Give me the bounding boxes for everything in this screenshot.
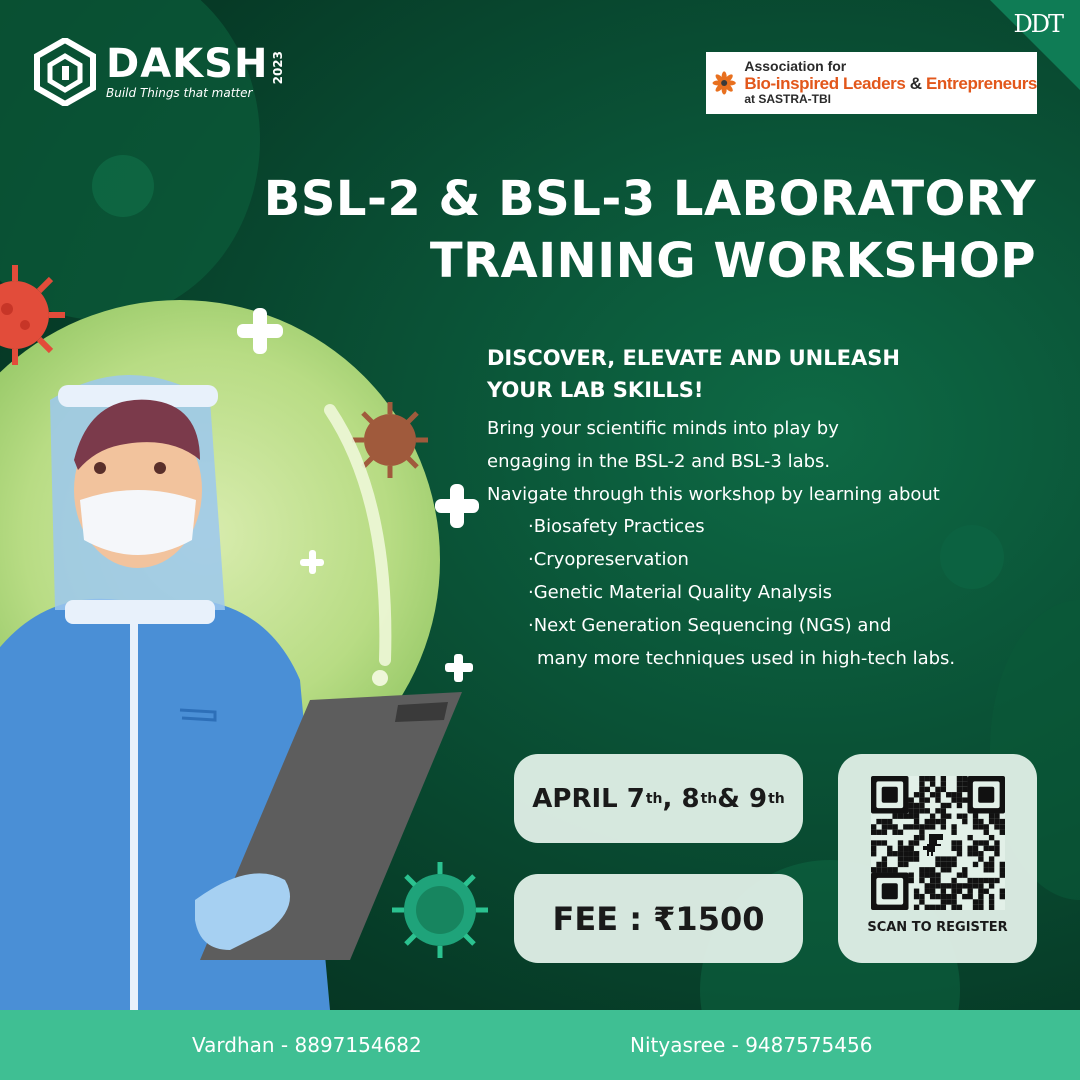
association-entrepreneurs: Entrepreneurs xyxy=(925,73,1037,93)
scientist-illustration xyxy=(0,375,462,1010)
topics-list: ·Biosafety Practices ·Cryopreservation ·… xyxy=(528,510,955,675)
association-amp: & xyxy=(909,73,922,93)
description: Bring your scientific minds into play by… xyxy=(487,412,940,511)
tagline: DISCOVER, ELEVATE AND UNLEASH YOUR LAB S… xyxy=(487,342,900,406)
association-line1: Association for xyxy=(744,58,847,75)
brand-name: DAKSH xyxy=(106,41,269,87)
date-part: & 9 xyxy=(717,783,768,814)
qr-label: SCAN TO REGISTER xyxy=(867,920,1008,935)
poster: DDT DAKSH 2023 Build Things that matter … xyxy=(0,0,1080,1080)
association-bio-inspired: Bio-inspired Leaders xyxy=(744,73,906,93)
title-line1: BSL-2 & BSL-3 LABORATORY xyxy=(263,171,1036,227)
date-badge: APRIL 7th, 8th & 9th xyxy=(514,754,803,843)
description-line1: Bring your scientific minds into play by xyxy=(487,418,839,439)
date-suffix: th xyxy=(768,790,785,807)
association-line2: Bio-inspired Leaders & Entrepreneurs xyxy=(744,73,1037,94)
association-logo: Association for Bio-inspired Leaders & E… xyxy=(706,52,1037,114)
contact-nityasree[interactable]: Nityasree - 9487575456 xyxy=(630,1033,872,1057)
description-line2: engaging in the BSL-2 and BSL-3 labs. xyxy=(487,451,831,472)
workshop-title: BSL-2 & BSL-3 LABORATORY TRAINING WORKSH… xyxy=(264,168,1036,292)
qr-code-icon[interactable] xyxy=(871,776,1005,910)
brand-tagline: Build Things that matter xyxy=(106,86,253,100)
topic-item: ·Genetic Material Quality Analysis xyxy=(528,582,832,603)
description-line3: Navigate through this workshop by learni… xyxy=(487,484,940,505)
topic-item: ·Biosafety Practices xyxy=(528,516,705,537)
tagline-line2: YOUR LAB SKILLS! xyxy=(487,378,704,402)
brand-year: 2023 xyxy=(271,50,286,84)
association-line3: at SASTRA-TBI xyxy=(744,92,831,107)
title-line2: TRAINING WORKSHOP xyxy=(429,233,1036,289)
contact-vardhan[interactable]: Vardhan - 8897154682 xyxy=(192,1033,422,1057)
date-part: , 8 xyxy=(662,783,700,814)
date-suffix: th xyxy=(700,790,718,807)
topic-item-continuation: many more techniques used in high-tech l… xyxy=(537,648,956,669)
virus-red-icon xyxy=(0,265,65,365)
tagline-line1: DISCOVER, ELEVATE AND UNLEASH xyxy=(487,346,900,370)
topic-item: ·Next Generation Sequencing (NGS) and xyxy=(528,615,892,636)
fee-badge: FEE : ₹1500 xyxy=(514,874,803,963)
contact-footer: Vardhan - 8897154682 Nityasree - 9487575… xyxy=(0,1010,1080,1080)
topic-item: ·Cryopreservation xyxy=(528,549,689,570)
qr-register-card[interactable]: SCAN TO REGISTER xyxy=(838,754,1037,963)
date-suffix: th xyxy=(645,790,663,807)
daksh-logo: DAKSH 2023 Build Things that matter xyxy=(34,38,286,106)
date-part: APRIL 7 xyxy=(532,783,645,814)
hexagon-logo-icon xyxy=(34,38,96,106)
flower-emblem-icon xyxy=(712,71,736,95)
